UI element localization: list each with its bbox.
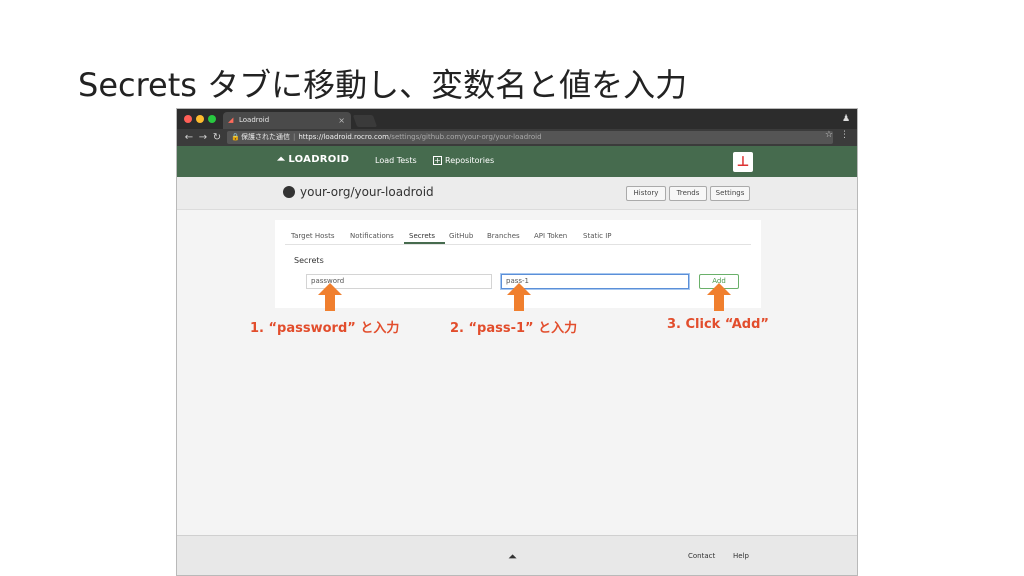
loadroid-logo-icon: ⏶ — [277, 154, 286, 165]
browser-menu-icon[interactable]: ⋮ — [840, 130, 849, 140]
url-path: /settings/github.com/your-org/your-loadr… — [388, 133, 542, 141]
annotation-step-1: 1. “password” と入力 — [250, 321, 400, 336]
settings-tabs: Target Hosts Notifications Secrets GitHu… — [275, 220, 761, 245]
forward-arrow-icon[interactable]: → — [197, 131, 209, 144]
reload-icon[interactable]: ↻ — [211, 131, 223, 144]
browser-tab[interactable]: ◢ Loadroid × — [223, 112, 351, 129]
github-icon — [283, 186, 295, 198]
browser-window: ◢ Loadroid × ♟ ← → ↻ 🔒 保護された通信 | https://l… — [176, 108, 858, 576]
footer-help-link[interactable]: Help — [733, 552, 749, 560]
lock-icon: 🔒 — [231, 133, 240, 141]
annotation-step-2: 2. “pass-1” と入力 — [450, 321, 578, 336]
tab-close-icon[interactable]: × — [338, 112, 345, 129]
arrow-up-icon — [707, 283, 731, 311]
arrow-up-icon — [507, 283, 531, 311]
close-window-icon[interactable] — [184, 115, 192, 123]
app-header: ⏶ LOADROID Load Tests + Repositories ⊥ — [177, 146, 857, 177]
browser-tab-title: Loadroid — [239, 116, 270, 124]
loadroid-logo[interactable]: ⏶ LOADROID — [277, 154, 349, 165]
bookmark-star-icon[interactable]: ☆ — [825, 130, 833, 140]
new-tab-button[interactable] — [352, 115, 378, 127]
tab-branches[interactable]: Branches — [487, 232, 520, 240]
app-footer: ⏶ Contact Help — [177, 535, 857, 575]
repo-bar: your-org/your-loadroid History Trends Se… — [177, 177, 857, 210]
trends-button[interactable]: Trends — [669, 186, 707, 201]
annotation-step-3: 3. Click “Add” — [667, 317, 769, 332]
tabs-divider — [285, 244, 751, 245]
secure-label: 保護された通信 — [241, 133, 290, 141]
repo-name[interactable]: your-org/your-loadroid — [300, 185, 434, 199]
address-bar: ← → ↻ 🔒 保護された通信 | https://loadroid.rocro.c… — [177, 129, 857, 146]
nav-repositories[interactable]: + Repositories — [433, 156, 494, 165]
nav-repositories-label: Repositories — [445, 156, 495, 165]
footer-contact-link[interactable]: Contact — [688, 552, 715, 560]
tab-notifications[interactable]: Notifications — [350, 232, 394, 240]
tab-secrets[interactable]: Secrets — [409, 232, 435, 240]
arrow-up-icon — [318, 283, 342, 311]
settings-button[interactable]: Settings — [710, 186, 750, 201]
maximize-window-icon[interactable] — [208, 115, 216, 123]
tab-target-hosts[interactable]: Target Hosts — [291, 232, 334, 240]
minimize-window-icon[interactable] — [196, 115, 204, 123]
loadroid-favicon-icon: ◢ — [228, 116, 234, 124]
tab-static-ip[interactable]: Static IP — [583, 232, 612, 240]
url-main: https://loadroid.rocro.com — [298, 133, 389, 141]
tab-api-token[interactable]: API Token — [534, 232, 567, 240]
footer-logo-icon: ⏶ — [508, 550, 517, 563]
nav-load-tests[interactable]: Load Tests — [375, 156, 417, 165]
browser-tab-strip: ◢ Loadroid × ♟ — [177, 109, 857, 129]
back-arrow-icon[interactable]: ← — [183, 131, 195, 144]
plus-square-icon: + — [433, 156, 442, 165]
slide-title: Secrets タブに移動し、変数名と値を入力 — [78, 66, 688, 104]
slide: Secrets タブに移動し、変数名と値を入力 ◢ Loadroid × ♟ ←… — [0, 0, 1024, 576]
avatar[interactable]: ⊥ — [733, 152, 753, 172]
history-button[interactable]: History — [626, 186, 666, 201]
url-input[interactable]: 🔒 保護された通信 | https://loadroid.rocro.com/set… — [227, 131, 833, 144]
secrets-heading: Secrets — [294, 256, 324, 265]
profile-icon[interactable]: ♟ — [841, 113, 851, 125]
logo-text: LOADROID — [288, 154, 350, 165]
url-separator: | — [293, 133, 296, 141]
tab-github[interactable]: GitHub — [449, 232, 473, 240]
